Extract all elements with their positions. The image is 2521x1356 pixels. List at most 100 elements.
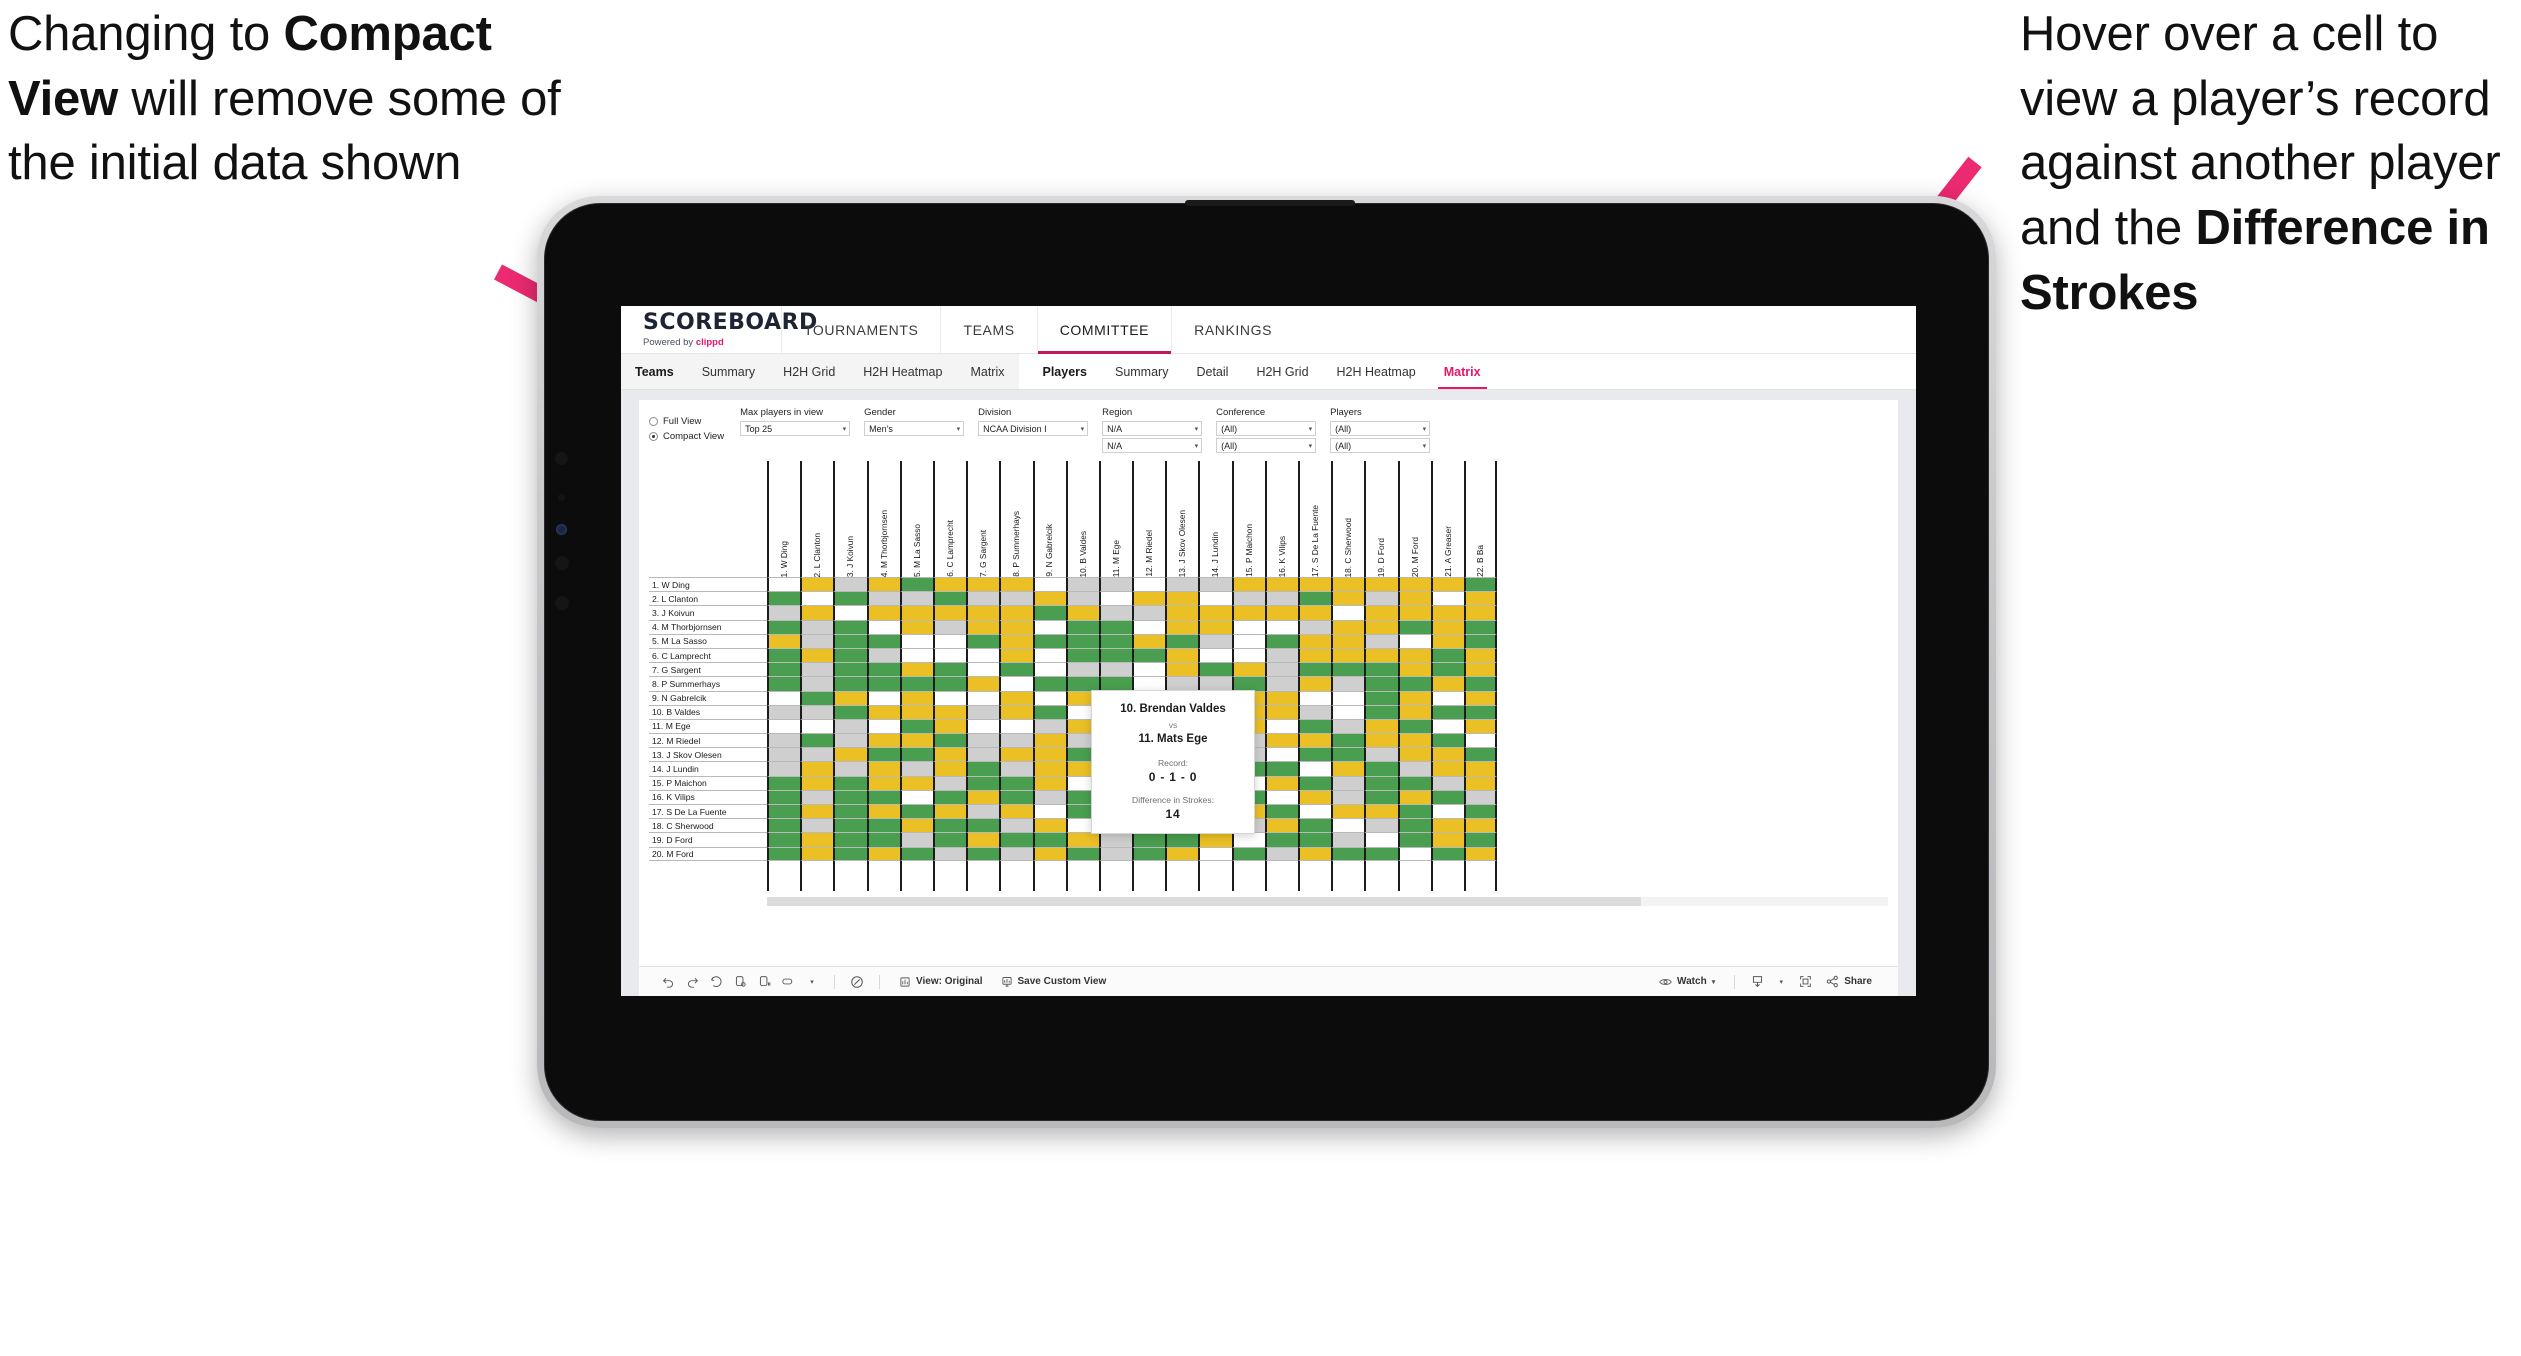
matrix-cell[interactable] xyxy=(1397,676,1431,691)
matrix-cell[interactable] xyxy=(999,676,1033,691)
matrix-cell[interactable] xyxy=(1397,647,1431,663)
matrix-cell[interactable] xyxy=(1397,818,1431,833)
select-division[interactable]: NCAA Division I ▾ xyxy=(978,421,1089,436)
matrix-cell[interactable] xyxy=(1430,704,1464,719)
matrix-cell[interactable] xyxy=(800,789,834,804)
column-header[interactable]: 7. G Sargent xyxy=(966,461,999,577)
matrix-cell[interactable] xyxy=(866,690,900,705)
matrix-cell[interactable] xyxy=(1231,647,1265,663)
matrix-cell[interactable] xyxy=(932,761,967,776)
column-header[interactable]: 16. K Vilips xyxy=(1264,461,1298,577)
matrix-cell[interactable] xyxy=(767,676,801,691)
matrix-cell[interactable] xyxy=(833,690,867,705)
matrix-cell[interactable] xyxy=(1198,619,1232,634)
matrix-cell[interactable] xyxy=(932,718,967,734)
matrix-cell[interactable] xyxy=(1231,676,1265,691)
subtab-teams[interactable]: Teams xyxy=(621,354,688,389)
matrix-cell[interactable] xyxy=(1098,605,1133,620)
matrix-cell[interactable] xyxy=(866,761,900,776)
column-header[interactable]: 6. C Lamprecht xyxy=(932,461,966,577)
matrix-cell[interactable] xyxy=(899,832,933,847)
matrix-cell[interactable] xyxy=(800,804,834,819)
matrix-cell[interactable] xyxy=(1331,605,1365,620)
matrix-cell[interactable] xyxy=(866,718,900,734)
matrix-cell[interactable] xyxy=(966,832,1000,847)
radio-icon-compact-view[interactable] xyxy=(649,432,658,441)
matrix-cell[interactable] xyxy=(1331,818,1365,833)
matrix-cell[interactable] xyxy=(932,747,967,762)
matrix-cell[interactable] xyxy=(1364,804,1398,819)
matrix-cell[interactable] xyxy=(833,747,867,762)
help-icon[interactable] xyxy=(846,971,868,993)
matrix-cell[interactable] xyxy=(1264,718,1298,734)
matrix-cell[interactable] xyxy=(899,718,933,734)
matrix-cell[interactable] xyxy=(1331,619,1365,634)
matrix-cell[interactable] xyxy=(1264,676,1298,691)
matrix-cell[interactable] xyxy=(1397,789,1431,804)
matrix-cell[interactable] xyxy=(833,718,867,734)
matrix-cell[interactable] xyxy=(1264,605,1298,620)
matrix-cell[interactable] xyxy=(1098,577,1133,592)
subtab-players[interactable]: Players xyxy=(1029,354,1101,389)
matrix-cell[interactable] xyxy=(1065,647,1099,663)
matrix-cell[interactable] xyxy=(932,832,967,847)
matrix-cell[interactable] xyxy=(932,789,967,804)
matrix-cell[interactable] xyxy=(966,690,1000,705)
matrix-cell[interactable] xyxy=(1364,747,1398,762)
download-icon[interactable] xyxy=(1746,971,1768,993)
matrix-cell[interactable] xyxy=(932,619,967,634)
matrix-cell[interactable] xyxy=(767,832,801,847)
matrix-cell[interactable] xyxy=(932,676,967,691)
chevron-down-icon[interactable]: ▾ xyxy=(1423,425,1427,433)
watch-button[interactable]: Watch ▾ xyxy=(1651,976,1723,988)
row-label[interactable]: 11. M Ege xyxy=(649,718,767,733)
matrix-cell[interactable] xyxy=(1198,633,1232,648)
select-conference[interactable]: (All) ▾ xyxy=(1216,421,1317,436)
row-label[interactable]: 18. C Sherwood xyxy=(649,818,767,832)
column-header[interactable]: 9. N Gabrelcik xyxy=(1032,461,1066,577)
horizontal-scrollbar[interactable] xyxy=(767,896,1888,906)
matrix-cell[interactable] xyxy=(1264,662,1298,677)
matrix-cell[interactable] xyxy=(866,676,900,691)
matrix-cell[interactable] xyxy=(932,647,967,663)
select-players-2[interactable]: (All) ▾ xyxy=(1330,438,1431,453)
chevron-down-icon[interactable]: ▾ xyxy=(1195,442,1199,450)
matrix-cell[interactable] xyxy=(1264,789,1298,804)
subtab-h2h-heatmap[interactable]: H2H Heatmap xyxy=(849,354,956,389)
matrix-cell[interactable] xyxy=(1331,804,1365,819)
matrix-cell[interactable] xyxy=(1331,747,1365,762)
matrix-cell[interactable] xyxy=(1430,832,1464,847)
matrix-cell[interactable] xyxy=(1032,804,1066,819)
matrix-cell[interactable] xyxy=(1098,633,1133,648)
matrix-cell[interactable] xyxy=(1032,846,1066,861)
topnav-item-rankings[interactable]: RANKINGS xyxy=(1171,306,1294,353)
matrix-cell[interactable] xyxy=(999,577,1033,592)
row-label[interactable]: 9. N Gabrelcik xyxy=(649,690,767,705)
matrix-cell[interactable] xyxy=(833,605,867,620)
matrix-cell[interactable] xyxy=(1264,761,1298,776)
matrix-cell[interactable] xyxy=(1231,605,1265,620)
matrix-cell[interactable] xyxy=(1231,846,1265,861)
matrix-cell[interactable] xyxy=(1198,577,1232,592)
matrix-cell[interactable] xyxy=(1430,605,1464,620)
matrix-cell[interactable] xyxy=(966,804,1000,819)
matrix-cell[interactable] xyxy=(1032,619,1066,634)
matrix-cell[interactable] xyxy=(800,662,834,677)
matrix-cell[interactable] xyxy=(1397,846,1431,861)
matrix-cell[interactable] xyxy=(1198,832,1232,847)
matrix-cell[interactable] xyxy=(1231,832,1265,847)
column-header[interactable]: 21. A Greaser xyxy=(1430,461,1464,577)
chevron-down-icon[interactable]: ▾ xyxy=(801,971,823,993)
matrix-cell[interactable] xyxy=(966,591,1000,606)
column-header[interactable]: 3. J Koivun xyxy=(833,461,866,577)
matrix-cell[interactable] xyxy=(899,619,933,634)
matrix-cell[interactable] xyxy=(1430,633,1464,648)
view-original-button[interactable]: View: Original xyxy=(891,976,991,988)
matrix-cell[interactable] xyxy=(866,591,900,606)
matrix-cell[interactable] xyxy=(767,718,801,734)
matrix-cell[interactable] xyxy=(966,818,1000,833)
matrix-cell[interactable] xyxy=(966,761,1000,776)
subtab-h2h-grid[interactable]: H2H Grid xyxy=(769,354,849,389)
matrix-cell[interactable] xyxy=(1364,832,1398,847)
matrix-cell[interactable] xyxy=(899,733,933,748)
